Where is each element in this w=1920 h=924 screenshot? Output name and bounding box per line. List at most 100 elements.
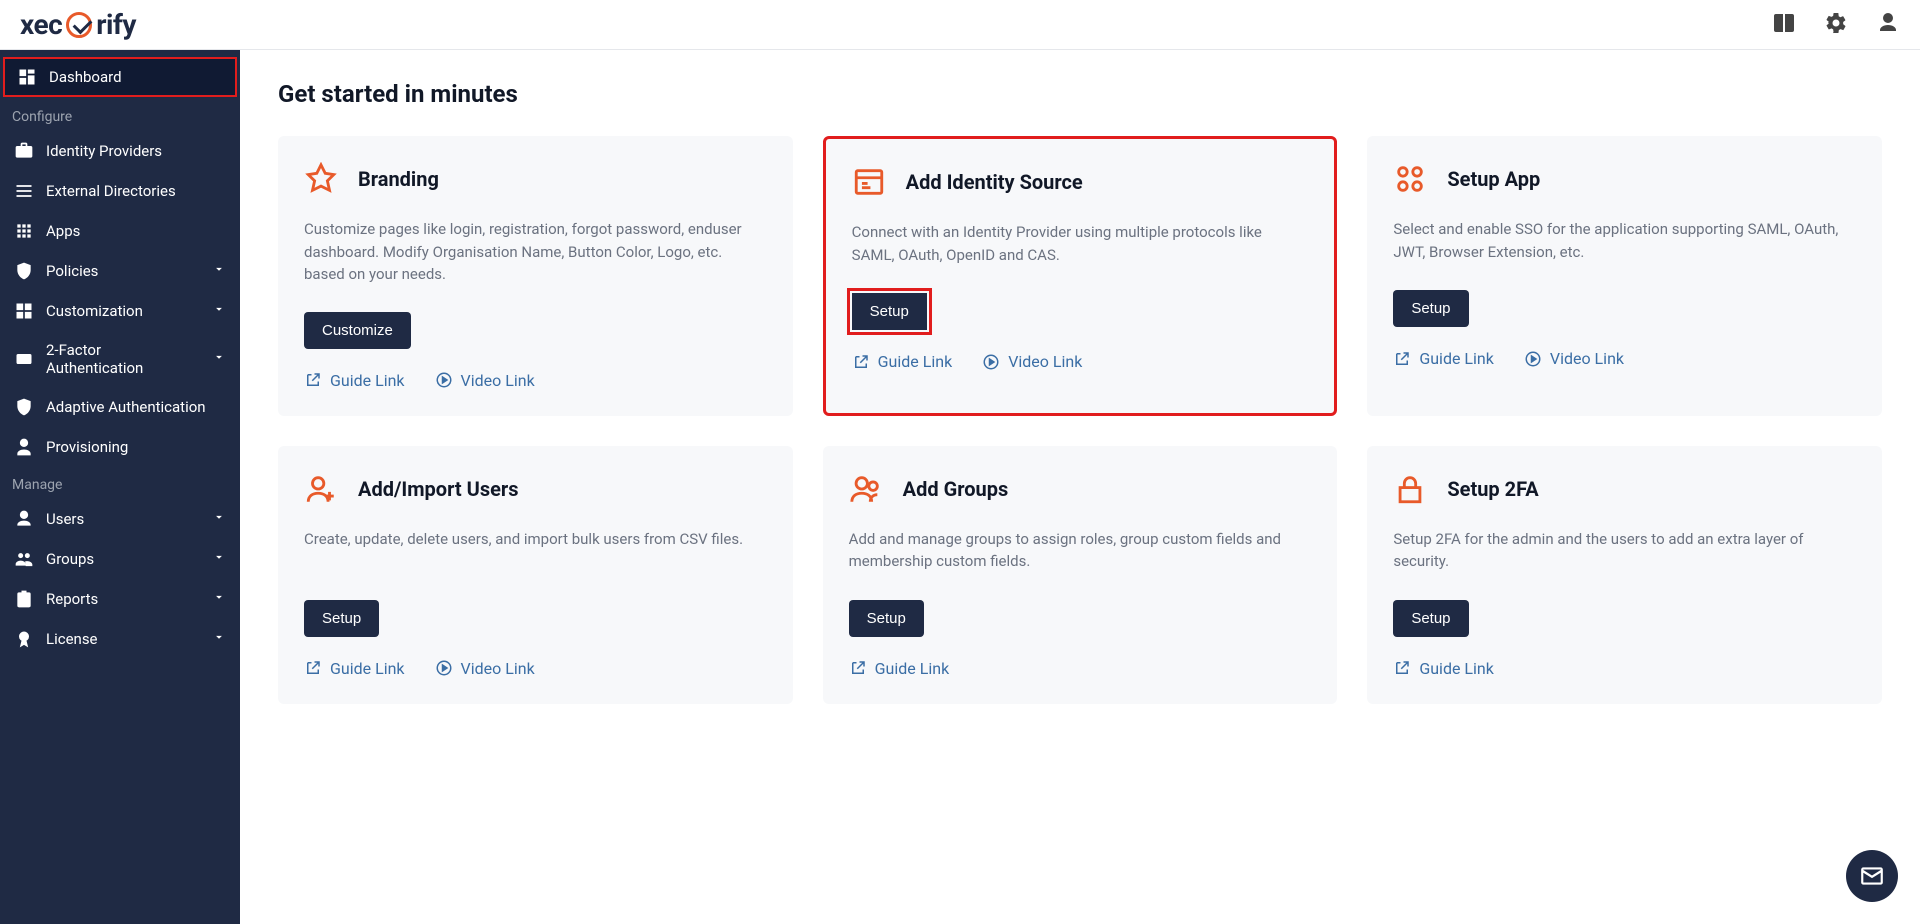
- link-text: Video Link: [461, 371, 535, 390]
- mail-icon: [1859, 863, 1885, 889]
- customize-button[interactable]: Customize: [304, 312, 411, 349]
- user-plus-icon: [304, 472, 338, 506]
- guide-link[interactable]: Guide Link: [1393, 349, 1494, 368]
- chevron-down-icon: [212, 550, 226, 568]
- puzzle-icon: [14, 301, 34, 321]
- dashboard-icon: [17, 67, 37, 87]
- guide-link[interactable]: Guide Link: [849, 659, 950, 678]
- sidebar-section-configure: Configure: [0, 99, 240, 131]
- setup-button[interactable]: Setup: [1393, 290, 1468, 327]
- sidebar-label: Adaptive Authentication: [46, 398, 206, 416]
- sidebar-item-reports[interactable]: Reports: [0, 579, 240, 619]
- main-content: Get started in minutes Branding Customiz…: [240, 50, 1920, 924]
- chevron-down-icon: [212, 262, 226, 280]
- number-icon: [14, 349, 34, 369]
- card-title: Add Identity Source: [906, 170, 1083, 194]
- link-text: Video Link: [461, 659, 535, 678]
- external-link-icon: [852, 353, 870, 371]
- users-icon: [849, 472, 883, 506]
- star-icon: [304, 162, 338, 196]
- logo-mark-icon: [66, 12, 92, 38]
- logo-text-pre: xec: [20, 8, 62, 41]
- clipboard-icon: [14, 589, 34, 609]
- play-circle-icon: [982, 353, 1000, 371]
- sidebar-label: Identity Providers: [46, 142, 162, 160]
- card-title: Branding: [358, 167, 439, 191]
- video-link[interactable]: Video Link: [435, 371, 535, 390]
- link-text: Guide Link: [1419, 659, 1494, 678]
- guide-link[interactable]: Guide Link: [304, 371, 405, 390]
- sidebar-item-adaptive-auth[interactable]: Adaptive Authentication: [0, 387, 240, 427]
- briefcase-icon: [14, 141, 34, 161]
- sidebar-label: Apps: [46, 222, 80, 240]
- sidebar-item-policies[interactable]: Policies: [0, 251, 240, 291]
- play-circle-icon: [435, 371, 453, 389]
- card-title: Setup App: [1447, 167, 1540, 191]
- sidebar-item-users[interactable]: Users: [0, 499, 240, 539]
- card-add-identity-source: Add Identity Source Connect with an Iden…: [823, 136, 1338, 416]
- gear-icon[interactable]: [1824, 11, 1848, 39]
- cards-grid: Branding Customize pages like login, reg…: [278, 136, 1882, 704]
- sidebar-item-identity-providers[interactable]: Identity Providers: [0, 131, 240, 171]
- group-icon: [14, 549, 34, 569]
- card-description: Connect with an Identity Provider using …: [852, 221, 1309, 267]
- chevron-down-icon: [212, 630, 226, 648]
- link-text: Guide Link: [875, 659, 950, 678]
- card-title: Add Groups: [903, 477, 1009, 501]
- list-icon: [14, 181, 34, 201]
- user-icon[interactable]: [1876, 11, 1900, 39]
- sidebar-label: 2-Factor Authentication: [46, 341, 200, 377]
- card-description: Create, update, delete users, and import…: [304, 528, 767, 574]
- video-link[interactable]: Video Link: [982, 352, 1082, 371]
- setup-button[interactable]: Setup: [849, 600, 924, 637]
- chevron-down-icon: [212, 510, 226, 528]
- card-setup-2fa: Setup 2FA Setup 2FA for the admin and th…: [1367, 446, 1882, 704]
- logo[interactable]: xec rify: [20, 8, 136, 41]
- book-icon[interactable]: [1772, 11, 1796, 39]
- link-text: Guide Link: [1419, 349, 1494, 368]
- sidebar-label: License: [46, 630, 98, 648]
- external-link-icon: [304, 371, 322, 389]
- award-icon: [14, 629, 34, 649]
- play-circle-icon: [435, 659, 453, 677]
- sidebar: Dashboard Configure Identity Providers E…: [0, 50, 240, 924]
- header-icons: [1772, 11, 1900, 39]
- shield-check-icon: [14, 397, 34, 417]
- logo-text-post: rify: [96, 8, 136, 41]
- sidebar-item-license[interactable]: License: [0, 619, 240, 659]
- guide-link[interactable]: Guide Link: [1393, 659, 1494, 678]
- sidebar-label: Reports: [46, 590, 98, 608]
- setup-button[interactable]: Setup: [304, 600, 379, 637]
- sidebar-section-manage: Manage: [0, 467, 240, 499]
- video-link[interactable]: Video Link: [1524, 349, 1624, 368]
- sidebar-item-customization[interactable]: Customization: [0, 291, 240, 331]
- lock-icon: [1393, 472, 1427, 506]
- sidebar-item-provisioning[interactable]: Provisioning: [0, 427, 240, 467]
- shield-icon: [14, 261, 34, 281]
- user-icon: [14, 509, 34, 529]
- guide-link[interactable]: Guide Link: [304, 659, 405, 678]
- page-title: Get started in minutes: [278, 80, 1882, 108]
- card-description: Add and manage groups to assign roles, g…: [849, 528, 1312, 574]
- setup-button[interactable]: Setup: [1393, 600, 1468, 637]
- external-link-icon: [304, 659, 322, 677]
- sidebar-label: Dashboard: [49, 68, 122, 86]
- apps-grid-icon: [14, 221, 34, 241]
- sidebar-label: Provisioning: [46, 438, 128, 456]
- sidebar-item-external-directories[interactable]: External Directories: [0, 171, 240, 211]
- sidebar-label: Groups: [46, 550, 94, 568]
- card-description: Setup 2FA for the admin and the users to…: [1393, 528, 1856, 574]
- sidebar-item-apps[interactable]: Apps: [0, 211, 240, 251]
- link-text: Guide Link: [330, 371, 405, 390]
- guide-link[interactable]: Guide Link: [852, 352, 953, 371]
- setup-button[interactable]: Setup: [852, 293, 927, 330]
- link-text: Guide Link: [330, 659, 405, 678]
- video-link[interactable]: Video Link: [435, 659, 535, 678]
- card-branding: Branding Customize pages like login, reg…: [278, 136, 793, 416]
- chat-fab[interactable]: [1846, 850, 1898, 902]
- external-link-icon: [1393, 659, 1411, 677]
- sidebar-item-groups[interactable]: Groups: [0, 539, 240, 579]
- sidebar-label: Users: [46, 510, 84, 528]
- sidebar-item-dashboard[interactable]: Dashboard: [3, 57, 237, 97]
- sidebar-item-two-factor[interactable]: 2-Factor Authentication: [0, 331, 240, 387]
